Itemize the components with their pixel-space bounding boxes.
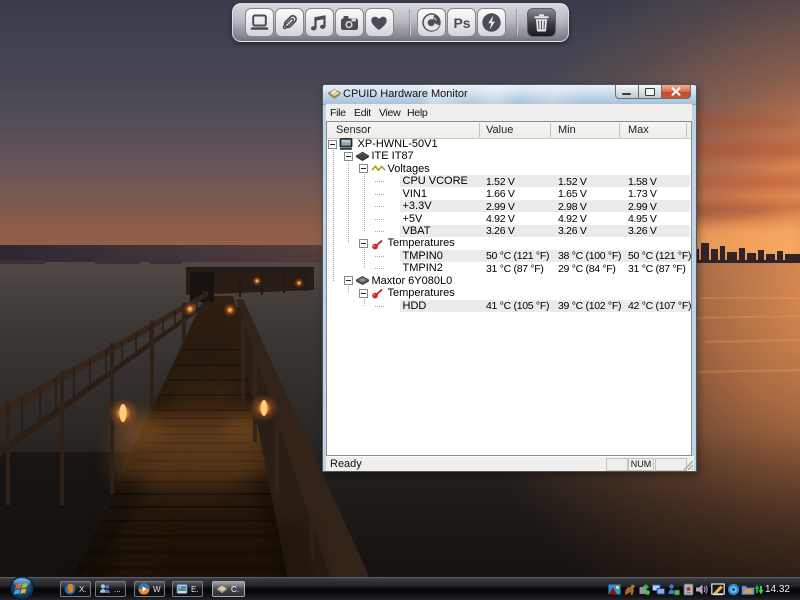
svg-text:Ps: Ps — [453, 15, 470, 31]
